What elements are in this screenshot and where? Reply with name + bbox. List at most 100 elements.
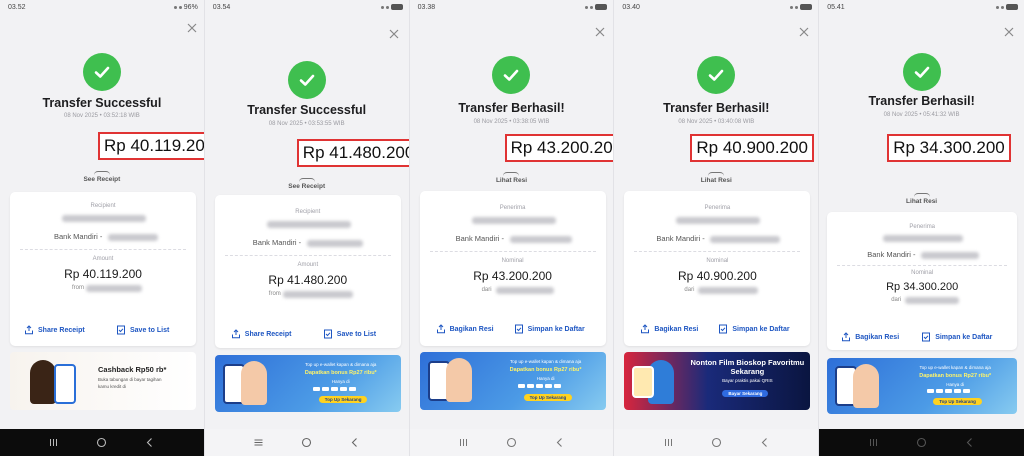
- transaction-datetime: 08 Nov 2025 • 03:52:18 WIB: [63, 113, 140, 119]
- card-amount: Rp 40.900.200: [678, 269, 757, 283]
- close-icon[interactable]: [594, 26, 606, 38]
- share-icon: [231, 329, 241, 339]
- battery-icon: [390, 4, 403, 10]
- recents-button[interactable]: [458, 437, 470, 449]
- home-button[interactable]: [916, 437, 928, 449]
- home-button[interactable]: [96, 437, 108, 449]
- sender-redacted: [282, 291, 353, 298]
- save-to-list-button[interactable]: Save to List: [116, 325, 169, 335]
- save-to-list-button[interactable]: Simpan ke Daftar: [514, 324, 585, 334]
- share-icon: [24, 325, 34, 335]
- share-receipt-button[interactable]: Share Receipt: [24, 325, 85, 335]
- signal-icon: [790, 5, 794, 9]
- from-label: from: [72, 285, 84, 291]
- back-button[interactable]: [144, 437, 156, 449]
- promo-title: Dapatkan bonus Rp27 ribu*: [919, 373, 992, 379]
- signal-icon: [173, 5, 177, 9]
- save-to-list-label: Save to List: [130, 326, 170, 334]
- battery-percent: 96%: [183, 3, 198, 11]
- save-to-list-button[interactable]: Simpan ke Daftar: [921, 332, 992, 342]
- promo-line-1: Top up e-wallet kapan & dimana aja: [305, 362, 377, 367]
- signal-icon: [995, 5, 999, 9]
- see-receipt-toggle[interactable]: Lihat Resi: [410, 172, 614, 184]
- promo-banner[interactable]: Top up e-wallet kapan & dimana aja Dapat…: [419, 352, 606, 410]
- amount-label: Amount: [297, 262, 319, 268]
- ewallet-logos: [927, 389, 971, 393]
- see-receipt-toggle[interactable]: See Receipt: [205, 178, 409, 190]
- status-bar: 03.54: [205, 0, 409, 14]
- save-to-list-button[interactable]: Simpan ke Daftar: [718, 324, 790, 334]
- share-receipt-button[interactable]: Bagikan Resi: [436, 324, 494, 334]
- back-button[interactable]: [758, 437, 770, 449]
- see-receipt-toggle[interactable]: See Receipt: [0, 171, 204, 183]
- bank-name: Bank Mandiri -: [867, 250, 916, 259]
- recipient-name-redacted: [266, 221, 351, 228]
- recents-button[interactable]: [867, 437, 879, 449]
- home-button[interactable]: [301, 437, 313, 449]
- share-receipt-button[interactable]: Share Receipt: [231, 329, 291, 339]
- promo-banner[interactable]: Cashback Rp50 rb* Buka tabungan di bayar…: [10, 352, 196, 410]
- recents-button[interactable]: [48, 437, 60, 449]
- account-number-redacted: [306, 240, 363, 247]
- close-icon[interactable]: [186, 22, 198, 34]
- promo-line-1: Bayar praktis pakai QRIS: [722, 378, 773, 383]
- ewallet-logos: [312, 387, 356, 391]
- save-to-list-button[interactable]: Save to List: [323, 329, 376, 339]
- receipt-card: Penerima Bank Mandiri - Nominal Rp 34.30…: [827, 212, 1018, 350]
- back-button[interactable]: [553, 437, 565, 449]
- from-label: dari: [481, 287, 492, 293]
- save-list-icon: [514, 324, 524, 334]
- home-button[interactable]: [710, 437, 722, 449]
- wifi-icon: [1000, 5, 1004, 9]
- recipient-label: Penerima: [704, 205, 731, 211]
- sender-redacted: [495, 287, 554, 294]
- android-nav-bar: [409, 429, 614, 456]
- top-up-now-button[interactable]: Top Up Sekarang: [933, 398, 982, 405]
- share-receipt-label: Bagikan Resi: [449, 325, 494, 333]
- back-button[interactable]: [964, 437, 976, 449]
- promo-banner[interactable]: Nonton Film Bioskop Favoritmu Sekarang B…: [624, 352, 811, 410]
- share-receipt-button[interactable]: Bagikan Resi: [640, 324, 698, 334]
- page-title: Transfer Successful: [42, 96, 162, 110]
- receipt-card: Recipient Bank Mandiri - Amount Rp 41.48…: [214, 195, 401, 348]
- promo-banner[interactable]: Top up e-wallet kapan & dimana aja Dapat…: [827, 358, 1018, 414]
- see-receipt-label: Lihat Resi: [906, 198, 938, 205]
- see-receipt-toggle[interactable]: Lihat Resi: [819, 193, 1024, 205]
- home-button[interactable]: [505, 437, 517, 449]
- top-up-now-button[interactable]: Top Up Sekarang: [523, 394, 573, 401]
- save-list-icon: [718, 324, 728, 334]
- transaction-datetime: 08 Nov 2025 • 03:40:08 WIB: [678, 119, 755, 125]
- close-icon[interactable]: [1003, 26, 1015, 38]
- status-time: 03.40: [622, 3, 640, 11]
- see-receipt-label: Lihat Resi: [700, 177, 732, 184]
- promo-line-1: Top up e-wallet kapan & dimana aja: [509, 359, 582, 364]
- see-receipt-label: See Receipt: [83, 176, 121, 183]
- save-to-list-label: Simpan ke Daftar: [935, 333, 993, 341]
- battery-icon: [595, 4, 608, 10]
- receipt-card: Recipient Bank Mandiri - Amount Rp 40.11…: [10, 192, 196, 346]
- amount-label: Nominal: [706, 258, 729, 264]
- amount-highlight: Rp 43.200.200: [504, 134, 614, 162]
- phone-screen-1: 03.52 96% Transfer Successful 08 Nov 202…: [0, 0, 205, 456]
- menu-button[interactable]: [253, 437, 265, 449]
- back-button[interactable]: [349, 437, 361, 449]
- promo-person-image: [240, 361, 267, 405]
- pay-now-button[interactable]: Bayar Sekarang: [722, 390, 769, 397]
- recipient-name-redacted: [62, 215, 146, 222]
- see-receipt-toggle[interactable]: Lihat Resi: [614, 172, 818, 184]
- close-icon[interactable]: [388, 28, 400, 40]
- transaction-datetime: 08 Nov 2025 • 03:53:55 WIB: [268, 121, 345, 127]
- top-up-now-button[interactable]: Top Up Sekarang: [318, 396, 368, 403]
- card-amount: Rp 40.119.200: [64, 267, 142, 281]
- promo-banner[interactable]: Top up e-wallet kapan & dimana aja Dapat…: [214, 355, 401, 412]
- sender-redacted: [86, 285, 142, 292]
- close-icon[interactable]: [798, 26, 810, 38]
- account-number-redacted: [509, 236, 572, 243]
- share-receipt-button[interactable]: Bagikan Resi: [841, 332, 899, 342]
- android-nav-bar: [819, 429, 1024, 456]
- recents-button[interactable]: [662, 437, 674, 449]
- promo-line-2: kamu kredit di: [98, 384, 127, 389]
- save-to-list-label: Simpan ke Daftar: [732, 325, 790, 333]
- bank-name: Bank Mandiri -: [455, 234, 504, 243]
- status-bar: 05.41: [819, 0, 1024, 14]
